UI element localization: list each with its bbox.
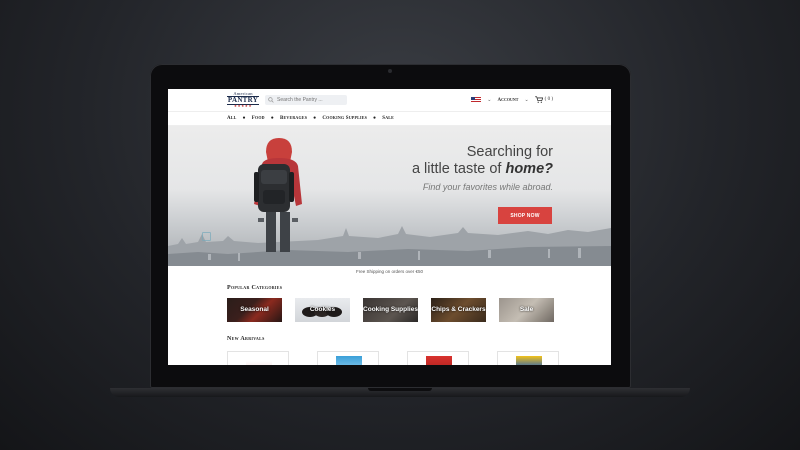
laptop-base [110,388,690,397]
main-nav: All ● Food ● Beverages ● Cooking Supplie… [227,115,394,122]
nav-item-beverages[interactable]: Beverages [280,115,307,121]
search-icon [268,97,274,103]
category-label: Cooking Supplies [363,305,418,313]
new-arrivals-title: New Arrivals [227,336,265,342]
nav-separator-icon: ● [242,115,246,121]
nav-item-sale[interactable]: Sale [382,115,394,121]
nav-item-cooking-supplies[interactable]: Cooking Supplies [322,115,367,121]
search-input[interactable] [277,97,347,103]
nav-item-food[interactable]: Food [252,115,265,121]
product-image [336,356,362,365]
cart-icon [534,96,543,103]
product-image [516,356,542,365]
nav-separator-icon: ● [313,115,317,121]
category-tile-cookies[interactable]: Cookies [295,298,350,322]
nav-separator-icon: ● [373,115,377,121]
product-card[interactable] [497,351,559,365]
shop-now-button[interactable]: SHOP NOW [498,207,552,224]
chevron-down-icon[interactable]: ⌄ [487,97,491,103]
hero-line-2-emphasis: home? [505,161,553,178]
hero-line-2-text: a little taste of [411,161,506,178]
hero-subtitle: Find your favorites while abroad. [422,182,553,192]
category-label: Cookies [309,305,336,313]
hero-headline: Searching for a little taste of home? [412,144,553,179]
site-logo[interactable]: American PANTRY ★★★★★ [226,90,260,110]
category-tile-seasonal[interactable]: Seasonal [227,298,282,322]
site-header: American PANTRY ★★★★★ ⌄ Account ⌄ ( 0 ) [168,89,611,112]
category-list: Seasonal Cookies Cooking Supplies Chips … [227,298,554,322]
carousel-arrow-icon[interactable] [202,232,211,241]
laptop-screen: American PANTRY ★★★★★ ⌄ Account ⌄ ( 0 ) … [168,89,611,365]
logo-stars: ★★★★★ [233,104,253,108]
category-tile-cooking-supplies[interactable]: Cooking Supplies [363,298,418,322]
nav-separator-icon: ● [270,115,274,121]
category-label: Seasonal [240,305,269,313]
popular-categories-title: Popular Categories [227,285,283,291]
new-arrivals-list [227,351,559,365]
product-image [246,361,272,365]
laptop-lid: American PANTRY ★★★★★ ⌄ Account ⌄ ( 0 ) … [150,64,631,388]
category-tile-sale[interactable]: Sale [499,298,554,322]
cart-button[interactable]: ( 0 ) [534,96,553,103]
product-card[interactable] [407,351,469,365]
hero-line-2: a little taste of home? [412,161,553,178]
us-flag-icon[interactable] [471,96,482,103]
product-card[interactable] [317,351,379,365]
nav-item-all[interactable]: All [227,115,237,121]
product-image [426,356,452,365]
header-actions: ⌄ Account ⌄ ( 0 ) [471,96,553,103]
shipping-notice: Free Shipping on orders over €50 [355,269,424,274]
hiker-image [254,138,302,252]
category-label: Sale [519,305,534,313]
search-box[interactable] [265,95,347,105]
laptop-notch [368,388,432,391]
hero-line-1: Searching for [466,144,553,160]
cart-count: ( 0 ) [544,97,553,102]
account-menu[interactable]: Account [498,97,519,103]
category-tile-chips-crackers[interactable]: Chips & Crackers [431,298,486,322]
hero-banner: Searching for a little taste of home? Fi… [168,126,611,266]
chevron-down-icon[interactable]: ⌄ [524,97,528,103]
product-card[interactable] [227,351,289,365]
webcam [388,69,392,73]
category-label: Chips & Crackers [431,305,486,313]
